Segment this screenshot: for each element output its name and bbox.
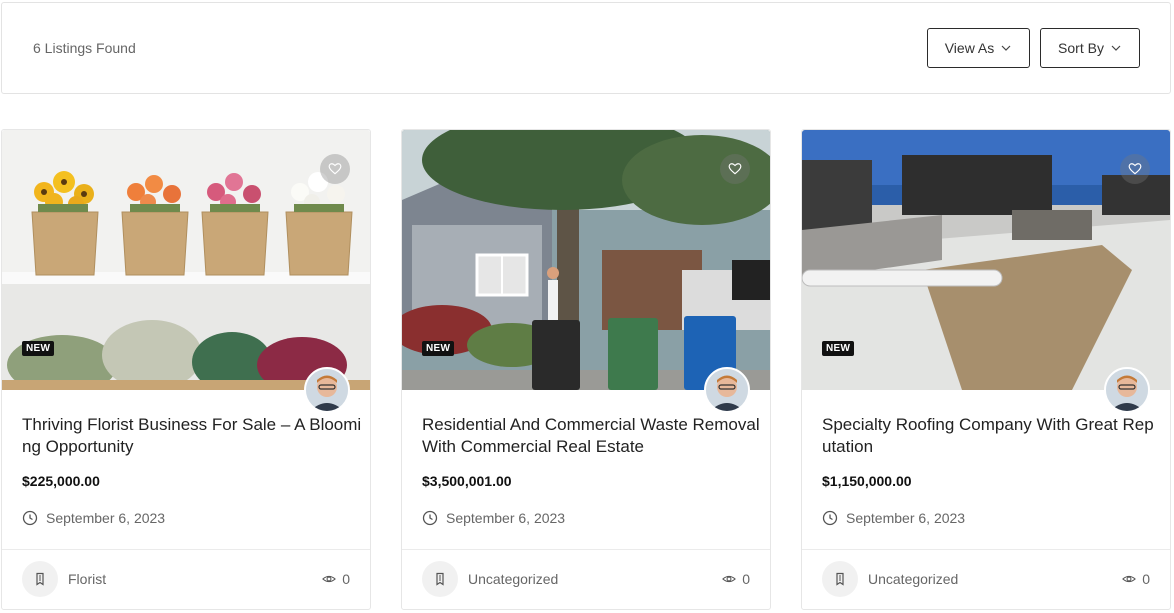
new-badge: NEW (22, 341, 55, 356)
listing-card[interactable]: NEW Specialty Roofing Company With Great… (801, 129, 1171, 610)
eye-icon (1122, 575, 1137, 583)
tag-icon (822, 561, 858, 597)
chevron-down-icon (1001, 45, 1011, 51)
tag-icon (422, 561, 458, 597)
eye-icon (722, 575, 737, 583)
listing-photo[interactable] (802, 130, 1170, 390)
listing-views-count: 0 (742, 571, 750, 587)
heart-icon (1128, 163, 1142, 175)
listing-photo[interactable] (402, 130, 770, 390)
listing-card[interactable]: NEW Residential And Commercial Waste Rem… (401, 129, 771, 610)
favorite-button[interactable] (1120, 154, 1150, 184)
listing-category[interactable]: Uncategorized (422, 561, 558, 597)
clock-icon (22, 510, 38, 526)
avatar[interactable] (704, 367, 750, 413)
listing-category-label: Uncategorized (468, 571, 559, 587)
listing-date: September 6, 2023 (22, 510, 165, 526)
listing-title[interactable]: Residential And Commercial Waste Removal… (422, 414, 762, 458)
listing-views-count: 0 (342, 571, 350, 587)
listing-views-count: 0 (1142, 571, 1150, 587)
sort-by-label: Sort By (1058, 40, 1104, 56)
card-divider (802, 549, 1170, 550)
listing-category-label: Florist (68, 571, 107, 587)
tag-icon (22, 561, 58, 597)
listing-price: $225,000.00 (22, 473, 100, 489)
new-badge: NEW (822, 341, 855, 356)
listing-price: $1,150,000.00 (822, 473, 912, 489)
view-as-label: View As (944, 40, 995, 56)
chevron-down-icon (1111, 45, 1121, 51)
listing-views: 0 (322, 571, 350, 587)
eye-icon (322, 575, 337, 583)
listing-title[interactable]: Specialty Roofing Company With Great Rep… (822, 414, 1162, 458)
favorite-button[interactable] (720, 154, 750, 184)
listing-category-label: Uncategorized (868, 571, 959, 587)
listing-category[interactable]: Uncategorized (822, 561, 958, 597)
listing-photo[interactable] (2, 130, 370, 390)
clock-icon (822, 510, 838, 526)
listing-views: 0 (1122, 571, 1150, 587)
listing-date-text: September 6, 2023 (846, 510, 966, 526)
listings-toolbar: 6 Listings Found View As Sort By (1, 2, 1171, 94)
listing-title[interactable]: Thriving Florist Business For Sale – A B… (22, 414, 362, 458)
heart-icon (728, 163, 742, 175)
card-divider (2, 549, 370, 550)
new-badge: NEW (422, 341, 455, 356)
listing-views: 0 (722, 571, 750, 587)
avatar[interactable] (304, 367, 350, 413)
listing-category[interactable]: Florist (22, 561, 106, 597)
listing-date: September 6, 2023 (822, 510, 965, 526)
listing-date: September 6, 2023 (422, 510, 565, 526)
listing-card[interactable]: NEW Thriving Florist Business For Sale –… (1, 129, 371, 610)
favorite-button[interactable] (320, 154, 350, 184)
sort-by-button[interactable]: Sort By (1040, 28, 1140, 68)
listings-count: 6 Listings Found (33, 40, 136, 56)
listing-price: $3,500,001.00 (422, 473, 512, 489)
clock-icon (422, 510, 438, 526)
heart-icon (328, 163, 342, 175)
listing-date-text: September 6, 2023 (46, 510, 166, 526)
card-divider (402, 549, 770, 550)
view-as-button[interactable]: View As (927, 28, 1030, 68)
avatar[interactable] (1104, 367, 1150, 413)
listing-date-text: September 6, 2023 (446, 510, 566, 526)
